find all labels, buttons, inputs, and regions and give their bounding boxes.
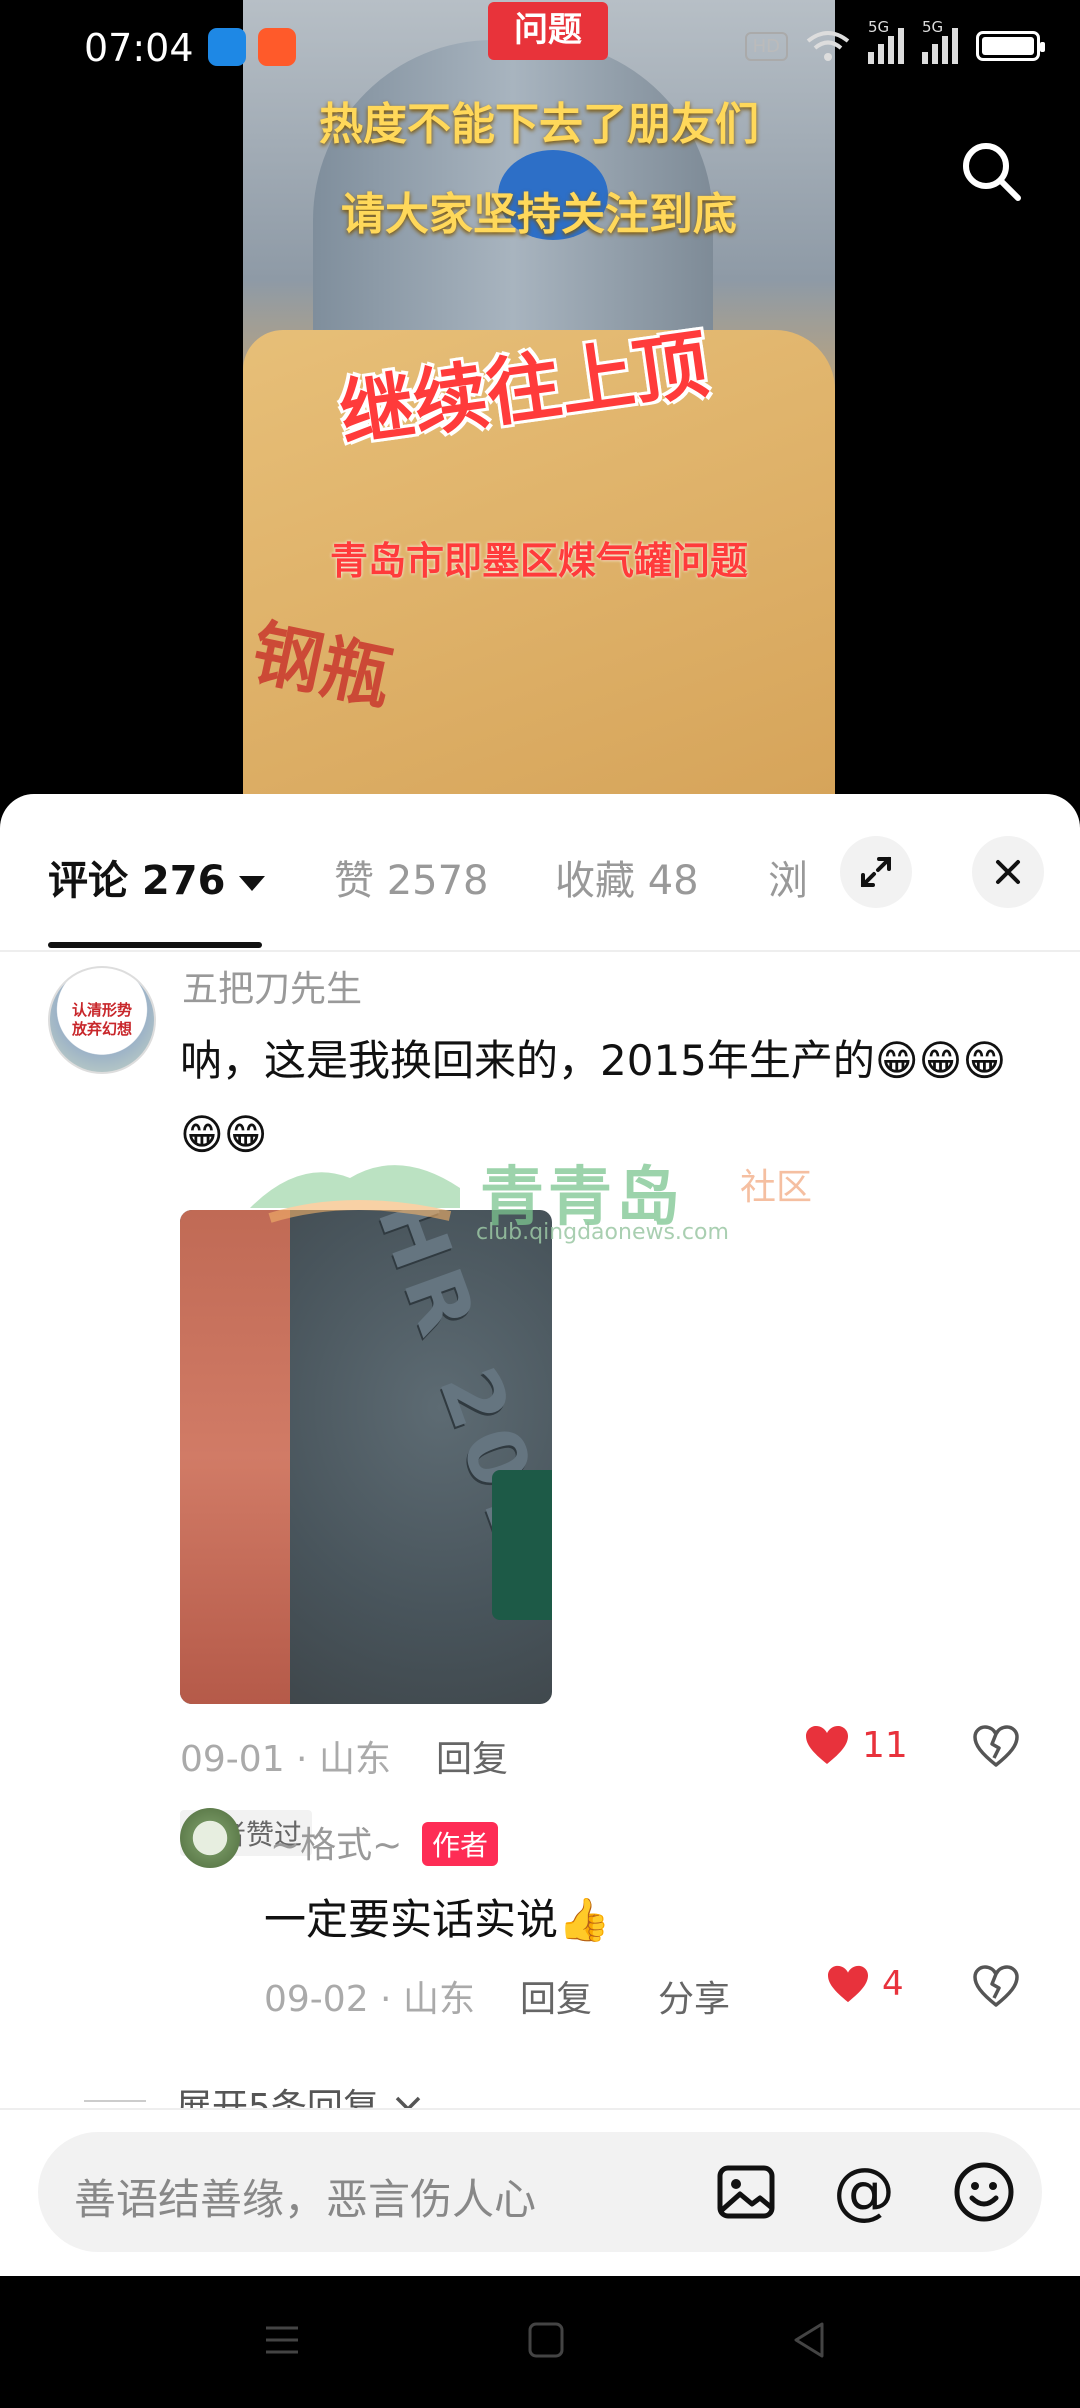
status-time: 07:04 — [84, 26, 194, 70]
reply-date-region: 09-02 · 山东 — [264, 1979, 475, 2020]
avatar-text-2: 放弃幻想 — [71, 1020, 132, 1038]
reply-avatar[interactable] — [180, 1808, 240, 1868]
comment-username[interactable]: 五把刀先生 — [182, 960, 362, 1012]
video-caption-line2: 请大家坚持关注到底 — [341, 189, 737, 240]
comment-tabs: 评论 276 赞 2578 收藏 48 浏 — [0, 794, 1080, 952]
reply-like-count: 4 — [882, 1964, 904, 2004]
reply-button[interactable]: 回复 — [436, 1730, 508, 1782]
chevron-down-icon — [239, 875, 266, 891]
reply-share-button[interactable]: 分享 — [658, 1970, 730, 2022]
comment-input-bar: 善语结善缘，恶言伤人心 @ — [0, 2108, 1080, 2276]
browser-app-icon — [208, 28, 246, 66]
mention-icon[interactable]: @ — [832, 2160, 896, 2224]
reply-username[interactable]: ~格式~ — [270, 1816, 402, 1868]
emoji-icon[interactable] — [952, 2160, 1016, 2224]
search-icon[interactable] — [958, 138, 1024, 204]
back-icon[interactable] — [790, 2320, 830, 2360]
watermark-logo-icon — [250, 1165, 460, 1223]
image-icon[interactable] — [714, 2160, 778, 2224]
avatar[interactable]: 认清形势 放弃幻想 — [48, 966, 156, 1074]
watermark: 青青岛 社区 club.qingdaonews.com — [240, 1138, 840, 1248]
hd-voice-icon: HD — [744, 31, 788, 61]
reply-reply-button[interactable]: 回复 — [520, 1970, 592, 2022]
tab-comments-label: 评论 276 — [48, 858, 226, 904]
comment-date-region: 09-01 · 山东 — [180, 1739, 391, 1780]
menu-icon[interactable] — [262, 2320, 302, 2360]
reply-like-button[interactable]: 4 — [826, 1964, 904, 2004]
avatar-text-1: 认清形势 — [71, 1001, 132, 1019]
photo-cloth — [180, 1210, 290, 1704]
comment-input-placeholder: 善语结善缘，恶言伤人心 — [74, 2175, 537, 2224]
notification-app-icon — [258, 28, 296, 66]
video-caption-line1: 热度不能下去了朋友们 — [319, 99, 759, 150]
system-navigation-bar — [0, 2276, 1080, 2408]
heart-icon — [806, 1726, 848, 1764]
status-bar: 07:04 HD 5G 5G — [0, 0, 1080, 96]
divider — [84, 2100, 146, 2102]
heart-icon — [828, 1965, 868, 2003]
battery-icon — [976, 31, 1045, 61]
comment-photo[interactable]: HR 2015 — [180, 1210, 552, 1704]
close-button[interactable] — [972, 836, 1044, 908]
expand-icon — [861, 857, 891, 887]
video-player[interactable]: 问题 热度不能下去了朋友们 请大家坚持关注到底 继续往上顶 青岛市即墨区煤气罐问… — [243, 0, 835, 800]
author-badge: 作者 — [422, 1822, 499, 1866]
cellular-signal-2-icon: 5G — [922, 18, 958, 64]
tab-likes[interactable]: 赞 2578 — [334, 848, 489, 906]
photo-label-tag — [492, 1470, 552, 1620]
network-type-2: 5G — [922, 18, 944, 36]
like-button[interactable]: 11 — [804, 1724, 908, 1766]
tab-views[interactable]: 浏 — [768, 848, 816, 906]
comment-input[interactable]: 善语结善缘，恶言伤人心 @ — [38, 2132, 1042, 2252]
home-icon[interactable] — [526, 2320, 566, 2360]
expand-button[interactable] — [840, 836, 912, 908]
comment-sheet: 评论 276 赞 2578 收藏 48 浏 认清形势 放弃幻想 五把刀先生 呐，… — [0, 794, 1080, 2276]
watermark-sub: 社区 — [740, 1167, 813, 1208]
cellular-signal-1-icon: 5G — [868, 18, 904, 64]
reply-text: 一定要实话实说👍 — [264, 1895, 611, 1944]
active-tab-indicator — [48, 942, 262, 948]
wifi-icon — [806, 31, 850, 61]
broken-heart-icon[interactable] — [972, 1724, 1020, 1768]
watermark-url: club.qingdaonews.com — [476, 1220, 729, 1245]
network-type-1: 5G — [868, 18, 890, 36]
broken-heart-icon[interactable] — [972, 1964, 1020, 2008]
tab-favorites[interactable]: 收藏 48 — [555, 848, 699, 906]
tab-comments[interactable]: 评论 276 — [48, 848, 266, 906]
close-icon — [996, 860, 1020, 884]
like-count: 11 — [862, 1724, 908, 1766]
video-subtitle: 青岛市即墨区煤气罐问题 — [329, 539, 748, 583]
